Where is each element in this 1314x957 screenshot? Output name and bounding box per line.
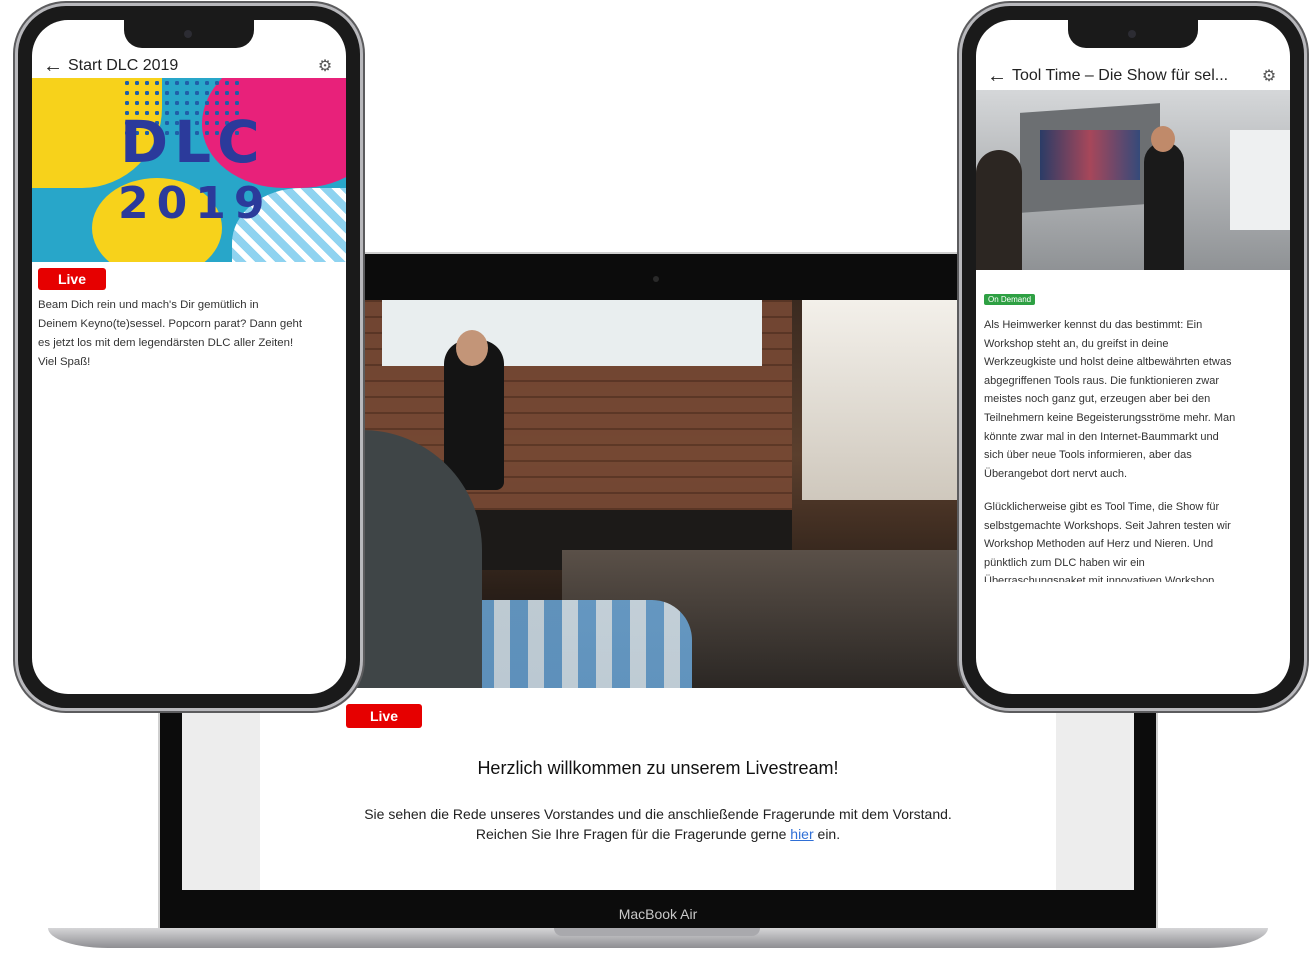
paragraph-line: abgegriffenen Tools raus. Die funktionie… bbox=[984, 374, 1220, 387]
welcome-line-2-after: ein. bbox=[813, 826, 841, 842]
phone-notch bbox=[1068, 20, 1198, 48]
phone-right-paragraph-1: Als Heimwerker kennst du das bestimmt: E… bbox=[984, 316, 1284, 483]
paragraph-line: Teilnehmern keine Begeisterungsströme me… bbox=[984, 411, 1236, 424]
description-line: Deinem Keyno(te)sessel. Popcorn parat? D… bbox=[38, 318, 303, 330]
video-projection-screen bbox=[382, 300, 762, 366]
paragraph-line: könnte zwar mal in den Internet-Baummark… bbox=[984, 430, 1219, 443]
gear-icon[interactable]: ⚙ bbox=[1254, 66, 1284, 86]
arrow-left-icon[interactable]: ← bbox=[38, 55, 68, 78]
paragraph-line: Glücklicherweise gibt es Tool Time, die … bbox=[984, 501, 1220, 513]
paragraph-line: Als Heimwerker kennst du das bestimmt: E… bbox=[984, 319, 1203, 331]
paragraph-line: Überraschungspaket mit innovativen Works… bbox=[984, 575, 1215, 582]
front-camera-icon bbox=[1128, 30, 1136, 38]
photo-presenter bbox=[1144, 142, 1184, 270]
phone-right-title: Tool Time – Die Show für sel... bbox=[1012, 67, 1229, 84]
paragraph-line: meistes noch ganz gut, erzeugen aber bei… bbox=[984, 393, 1211, 406]
phone-left: ← Start DLC 2019 ⚙ DLC 2019 Live Beam Di… bbox=[18, 6, 360, 708]
arrow-left-icon[interactable]: ← bbox=[982, 65, 1012, 88]
description-line: es jetzt los mit dem legendärsten DLC al… bbox=[38, 337, 294, 349]
photo-whiteboard bbox=[1230, 130, 1290, 230]
banner-text-dlc: DLC bbox=[120, 108, 266, 176]
paragraph-line: sich über neue Tools informieren, aber d… bbox=[984, 449, 1192, 462]
photo-presenter-head bbox=[1151, 126, 1175, 152]
gear-icon[interactable]: ⚙ bbox=[310, 56, 340, 76]
paragraph-line: Workshop Methoden auf Herz und Nieren. U… bbox=[984, 538, 1214, 551]
phone-left-description: Beam Dich rein und mach's Dir gemütlich … bbox=[38, 296, 340, 372]
banner-text-year: 2019 bbox=[118, 178, 273, 229]
description-line: Viel Spaß! bbox=[38, 356, 91, 368]
welcome-line-2-before: Reichen Sie Ihre Fragen für die Fragerun… bbox=[475, 826, 791, 842]
questions-link[interactable]: hier bbox=[790, 826, 813, 842]
welcome-line-1: Sie sehen die Rede unseres Vorstandes un… bbox=[364, 806, 952, 822]
laptop-base-notch bbox=[554, 928, 760, 936]
phone-right: ← Tool Time – Die Show für sel... ⚙ On D… bbox=[962, 6, 1304, 708]
photo-slide bbox=[1040, 130, 1140, 180]
description-line: Beam Dich rein und mach's Dir gemütlich … bbox=[38, 299, 259, 311]
phone-right-paragraph-2: Glücklicherweise gibt es Tool Time, die … bbox=[984, 498, 1284, 582]
tool-time-photo bbox=[976, 90, 1290, 270]
welcome-title: Herzlich willkommen zu unserem Livestrea… bbox=[477, 758, 839, 778]
live-badge: Live bbox=[38, 268, 106, 290]
paragraph-line: Werkzeugkiste und holst deine altbewährt… bbox=[984, 356, 1232, 369]
paragraph-line: selbstgemachte Workshops. Seit Jahren te… bbox=[984, 519, 1231, 532]
video-speaker-head bbox=[456, 330, 488, 366]
on-demand-badge: On Demand bbox=[984, 294, 1036, 305]
webcam-icon bbox=[653, 276, 659, 282]
laptop-brand-label: MacBook Air bbox=[618, 906, 698, 922]
livestream-page: Live Herzlich willkommen zu unserem Live… bbox=[182, 300, 1134, 890]
live-badge: Live bbox=[346, 704, 422, 728]
phone-left-screen: ← Start DLC 2019 ⚙ DLC 2019 Live Beam Di… bbox=[32, 20, 346, 694]
photo-audience bbox=[976, 150, 1022, 270]
front-camera-icon bbox=[184, 30, 192, 38]
welcome-line-2: Reichen Sie Ihre Fragen für die Fragerun… bbox=[260, 826, 1056, 842]
phone-notch bbox=[124, 20, 254, 48]
paragraph-line: Workshop steht an, du greifst in deine bbox=[984, 337, 1169, 350]
paragraph-line: Überangebot dort nervt auch. bbox=[984, 467, 1128, 480]
dlc-2019-banner: DLC 2019 bbox=[32, 78, 346, 262]
phone-left-title: Start DLC 2019 bbox=[68, 57, 179, 74]
phone-right-screen: ← Tool Time – Die Show für sel... ⚙ On D… bbox=[976, 20, 1290, 694]
paragraph-line: pünktlich zum DLC haben wir ein bbox=[984, 556, 1145, 569]
